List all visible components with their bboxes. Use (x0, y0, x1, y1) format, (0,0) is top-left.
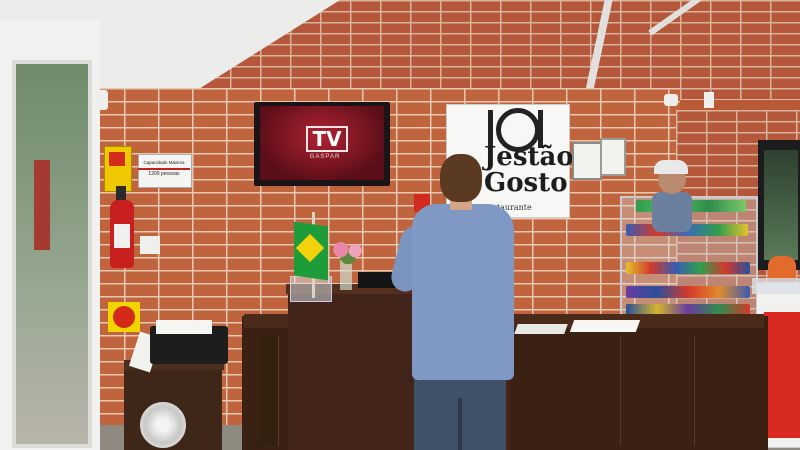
security-camera (94, 90, 108, 110)
customer-shirt (412, 204, 514, 380)
exterior-banner (34, 160, 50, 250)
snack-shelf (626, 262, 750, 274)
capacity-sign-title: Capacidade Máxima (143, 160, 185, 165)
floor-fan (140, 402, 186, 448)
orange-chair (768, 256, 796, 278)
customer-head (440, 154, 482, 202)
cashier-cap (654, 160, 688, 174)
flower-vase (340, 260, 352, 290)
security-camera (704, 92, 714, 108)
cashier-body (652, 192, 692, 232)
capacity-sign-value: 1200 pessoas (148, 171, 180, 177)
counter-panel (624, 336, 695, 446)
tv-subtitle: GASPAR (309, 154, 341, 160)
cooler-red-panel (764, 312, 800, 438)
security-camera (664, 94, 678, 106)
wall-certificate (600, 138, 626, 176)
snack-shelf (626, 286, 750, 298)
light-switch (140, 236, 160, 254)
extinguisher-label (114, 224, 130, 248)
fire-icon (109, 152, 125, 166)
counter-panel (258, 336, 279, 446)
sign-line-2: Gosto (484, 168, 568, 198)
cooler-glass-lid (752, 278, 800, 294)
sign-line-1: Jestão (484, 142, 574, 172)
counter-panel (530, 336, 621, 446)
extinguisher-icon (113, 306, 135, 328)
tv-logo-text: TV (312, 127, 342, 151)
card-machine (358, 272, 396, 288)
flowers (330, 240, 366, 264)
fridge-glass-door (764, 150, 798, 260)
glass-door (12, 60, 92, 448)
jeans-seam (458, 398, 462, 450)
printer-paper (156, 320, 212, 334)
capacity-sign-divider (138, 168, 190, 170)
paper-on-counter (569, 320, 641, 332)
wall-certificate (572, 142, 602, 180)
paper-on-counter (514, 324, 568, 334)
